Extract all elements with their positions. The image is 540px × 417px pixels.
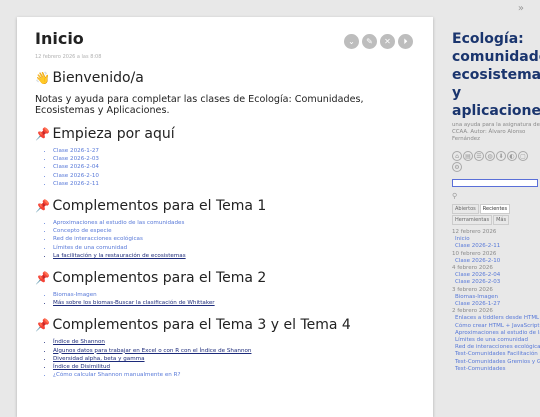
- recent-date: 2 febrero 2026: [452, 308, 493, 315]
- section-heading: 📌 Complementos para el Tema 3 y el Tema …: [35, 317, 351, 334]
- pushpin-icon: 📌: [35, 271, 50, 286]
- recent-date: 12 febrero 2026: [452, 229, 497, 235]
- recent-item[interactable]: Clase 2026-2-10: [452, 258, 540, 265]
- search-icon[interactable]: ⚲: [452, 192, 540, 200]
- site-subtitle: una ayuda para la asignatura de CCAA. Au…: [452, 122, 540, 142]
- search-input[interactable]: [452, 178, 538, 187]
- section-heading: 📌 Complementos para el Tema 2: [35, 270, 267, 287]
- section-link[interactable]: Índice de Disimilitud: [53, 363, 415, 371]
- section-link[interactable]: Clase 2026-2-04: [53, 163, 415, 171]
- pushpin-icon: 📌: [35, 318, 50, 333]
- sidebar-tabs: Abiertos Recientes Herramientas Más: [452, 204, 538, 226]
- fullscreen-icon[interactable]: ▢: [518, 151, 528, 161]
- recent-date: 10 febrero 2026: [452, 250, 497, 257]
- recent-item[interactable]: Aproximaciones al estudio de la: [452, 330, 540, 337]
- pushpin-icon: 📌: [35, 127, 50, 141]
- section-link[interactable]: Red de interacciones ecológicas: [53, 235, 415, 243]
- section-link-list: Biomas-ImagenMás sobre los biomas-Buscar…: [35, 291, 415, 307]
- site-title: Ecología: comunidades, ecosistemas y apl…: [452, 31, 540, 119]
- recent-item[interactable]: Biomas-Imagen: [452, 294, 540, 301]
- recent-item[interactable]: Test-Comunidades Gremios y G: [452, 359, 540, 366]
- theme-icon[interactable]: ◐: [507, 151, 517, 161]
- sections: 📌 Empieza por aquíClase 2026-1-27Clase 2…: [35, 126, 415, 379]
- recent-date: 3 febrero 2026: [452, 286, 493, 293]
- section-link[interactable]: Diversidad alpha, beta y gamma: [53, 355, 415, 363]
- section-link[interactable]: Límites de una comunidad: [53, 244, 415, 252]
- file-icon[interactable]: ▤: [463, 151, 473, 161]
- waving-hand-icon: 👋: [35, 71, 50, 85]
- section-heading: 📌 Empieza por aquí: [35, 126, 175, 142]
- tiddler-controls: ⌄ ✎ ✕ ⏵: [344, 34, 413, 49]
- edit-icon[interactable]: ✎: [362, 34, 377, 49]
- chevron-down-icon[interactable]: ⌄: [344, 34, 359, 49]
- section-link[interactable]: Clase 2026-1-27: [53, 147, 415, 155]
- settings-icon[interactable]: ☰: [474, 151, 484, 161]
- section-link[interactable]: Más sobre los biomas-Buscar la clasifica…: [53, 299, 415, 307]
- section-link-list: Índice de ShannonAlgunos datos para trab…: [35, 338, 415, 379]
- recent-item[interactable]: Inicio: [452, 236, 540, 243]
- recent-list: 12 febrero 2026 Inicio Clase 2026-2-11 10 f…: [452, 229, 540, 373]
- section-heading: 📌 Complementos para el Tema 1: [35, 198, 267, 215]
- section-link-list: Aproximaciones al estudio de las comunid…: [35, 219, 415, 260]
- recent-item[interactable]: Clase 2026-2-11: [452, 243, 540, 250]
- intro-text: Notas y ayuda para completar las clases …: [35, 94, 364, 116]
- more-icon[interactable]: ⏵: [398, 34, 413, 49]
- close-icon[interactable]: ✕: [380, 34, 395, 49]
- recent-item[interactable]: Clase 2026-2-03: [452, 279, 540, 286]
- section-link[interactable]: ¿Cómo calcular Shannon manualmente en R?: [53, 371, 415, 379]
- pushpin-icon: 📌: [35, 199, 50, 214]
- recent-item[interactable]: Test-Comunidades: [452, 366, 540, 373]
- home-icon[interactable]: ⌂: [452, 151, 462, 161]
- section-link[interactable]: La facilitación y la restauración de eco…: [53, 252, 415, 260]
- section-link[interactable]: Clase 2026-2-03: [53, 155, 415, 163]
- recent-item[interactable]: Cómo crear HTML + JavaScript: [452, 323, 540, 330]
- gear-icon[interactable]: ⚙: [452, 162, 462, 172]
- globe-icon[interactable]: ◍: [485, 151, 495, 161]
- section-link[interactable]: Concepto de especie: [53, 227, 415, 235]
- tiddler-inicio: Inicio 12 febrero 2026 a las 8:08 ⌄ ✎ ✕ …: [17, 17, 433, 417]
- recent-item[interactable]: Enlaces a tiddlers desde HTML: [452, 315, 540, 322]
- recent-item[interactable]: Clase 2026-1-27: [452, 301, 540, 308]
- section-link[interactable]: Clase 2026-2-11: [53, 180, 415, 188]
- page-controls: ⌂ ▤ ☰ ◍ ⬇ ◐ ▢ ⚙: [452, 151, 538, 172]
- welcome-heading: 👋 Bienvenido/a: [35, 70, 144, 86]
- save-icon[interactable]: ⬇: [496, 151, 506, 161]
- section-link[interactable]: Algunos datos para trabajar en Excel o c…: [53, 347, 415, 355]
- tiddler-modified-date: 12 febrero 2026 a las 8:08: [35, 54, 102, 60]
- section-link[interactable]: Biomas-Imagen: [53, 291, 415, 299]
- recent-item[interactable]: Clase 2026-2-04: [452, 272, 540, 279]
- sidebar-tab[interactable]: Herramientas: [452, 215, 493, 225]
- sidebar: Ecología: comunidades, ecosistemas y apl…: [452, 30, 540, 405]
- recent-date: 4 febrero 2026: [452, 265, 493, 272]
- sidebar-tab[interactable]: Más: [493, 215, 510, 225]
- recent-item[interactable]: Test-Comunidades Facilitación: [452, 351, 540, 358]
- section-link[interactable]: Índice de Shannon: [53, 338, 415, 346]
- sidebar-tab[interactable]: Abiertos: [452, 204, 479, 214]
- sidebar-tab[interactable]: Recientes: [479, 204, 511, 214]
- section-link[interactable]: Clase 2026-2-10: [53, 172, 415, 180]
- section-link[interactable]: Aproximaciones al estudio de las comunid…: [53, 219, 415, 227]
- sidebar-toggle-icon[interactable]: »: [518, 3, 524, 14]
- section-link-list: Clase 2026-1-27Clase 2026-2-03Clase 2026…: [35, 147, 415, 188]
